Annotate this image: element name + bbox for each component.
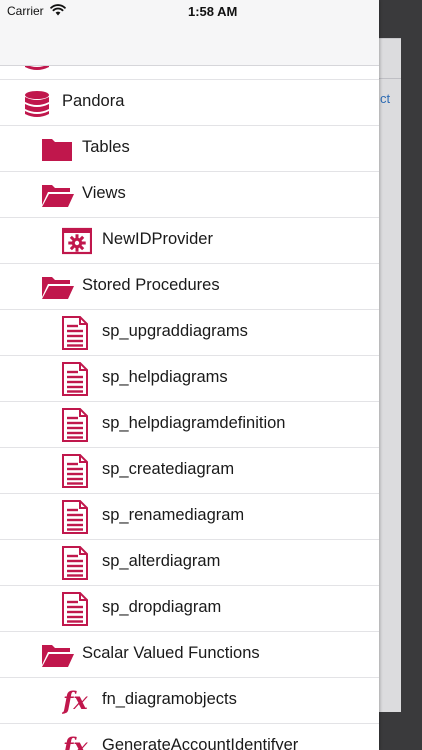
tree-item-label: Views	[82, 184, 126, 202]
status-bar: Carrier 1:58 AM	[0, 0, 379, 22]
svg-text:fx: fx	[62, 733, 88, 750]
folder-open-icon	[41, 273, 74, 301]
database-tree: Pandora Tables Views NewIDProvider Stored Pr…	[0, 44, 379, 750]
tree-item-label: sp_alterdiagram	[102, 552, 221, 570]
background-divider	[379, 78, 401, 79]
tree-item-label: GenerateAccountIdentifyer	[102, 736, 299, 750]
tree-item-label: Stored Procedures	[82, 276, 220, 294]
tree-item[interactable]: Tables	[0, 126, 379, 172]
tree-item[interactable]: fx GenerateAccountIdentifyer	[0, 724, 379, 750]
tree-item[interactable]: Stored Procedures	[0, 264, 379, 310]
tree-item[interactable]: sp_helpdiagramdefinition	[0, 402, 379, 448]
tree-item-label: sp_renamediagram	[102, 506, 245, 524]
tree-item-label: sp_dropdiagram	[102, 598, 222, 616]
side-drawer: Carrier 1:58 AM Pandora Tables Views NewIDP…	[0, 0, 379, 750]
document-icon	[62, 500, 92, 534]
document-icon	[62, 546, 92, 580]
tree-item-label: NewIDProvider	[102, 230, 213, 248]
tree-item[interactable]: sp_creatediagram	[0, 448, 379, 494]
clock: 1:58 AM	[188, 4, 238, 19]
tree-item-label: fn_diagramobjects	[102, 690, 237, 708]
document-icon	[62, 316, 92, 350]
document-icon	[62, 408, 92, 442]
background-panel	[379, 38, 401, 712]
folder-open-icon	[41, 641, 74, 669]
background-link[interactable]: ct	[380, 91, 400, 106]
document-icon	[62, 454, 92, 488]
tree-item-label: Scalar Valued Functions	[82, 644, 260, 662]
svg-text:fx: fx	[62, 687, 88, 715]
document-icon	[62, 362, 92, 396]
tree-item[interactable]: fx fn_diagramobjects	[0, 678, 379, 724]
function-icon: fx	[61, 732, 92, 750]
wifi-icon	[50, 4, 66, 16]
tree-item[interactable]: Pandora	[0, 80, 379, 126]
folder-open-icon	[41, 181, 74, 209]
tree-item[interactable]: sp_helpdiagrams	[0, 356, 379, 402]
tree-item[interactable]: sp_alterdiagram	[0, 540, 379, 586]
database-icon	[22, 89, 52, 117]
tree-item[interactable]: sp_dropdiagram	[0, 586, 379, 632]
tree-item[interactable]: sp_renamediagram	[0, 494, 379, 540]
tree-item-label: Pandora	[62, 92, 125, 110]
tree-item-label: sp_creatediagram	[102, 460, 235, 478]
tree-item[interactable]: NewIDProvider	[0, 218, 379, 264]
tree-item-label: sp_upgraddiagrams	[102, 322, 248, 340]
carrier-label: Carrier	[7, 4, 44, 18]
tree-item[interactable]: sp_upgraddiagrams	[0, 310, 379, 356]
folder-icon	[41, 135, 72, 163]
tree-item-label: sp_helpdiagrams	[102, 368, 228, 386]
tree-item-label: sp_helpdiagramdefinition	[102, 414, 286, 432]
function-icon: fx	[61, 686, 92, 715]
document-icon	[62, 592, 92, 626]
tree-item[interactable]: Views	[0, 172, 379, 218]
view-gear-icon	[61, 227, 93, 255]
tree-item[interactable]: Scalar Valued Functions	[0, 632, 379, 678]
navigation-bar	[0, 22, 379, 66]
tree-item-label: Tables	[82, 138, 130, 156]
